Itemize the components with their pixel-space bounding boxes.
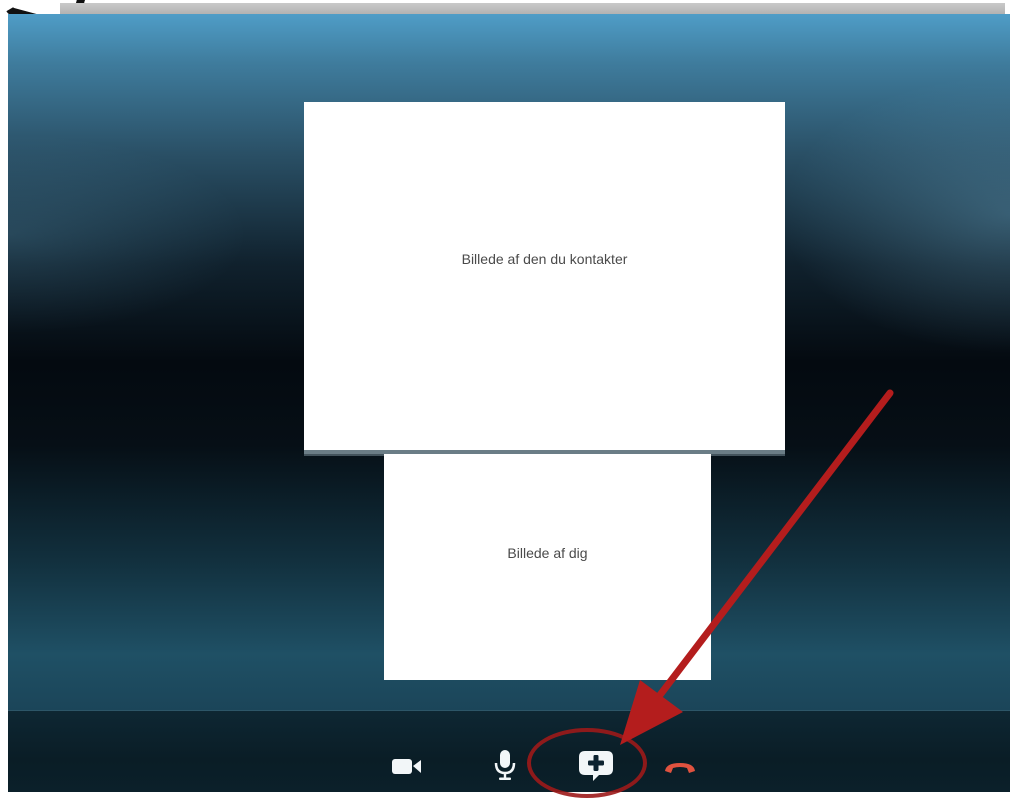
self-video-caption: Billede af dig [507,545,588,561]
remote-video-caption: Billede af den du kontakter [461,251,628,267]
screenshot-frame: Billede af den du kontakter Billede af d… [0,0,1018,798]
hang-up-button[interactable] [660,755,700,779]
microphone-toggle-button[interactable] [490,747,520,783]
hang-up-icon [665,763,695,773]
video-camera-icon [392,759,421,774]
window-title-strip [60,3,1005,14]
video-toggle-button[interactable] [388,751,428,781]
video-call-window: Billede af den du kontakter Billede af d… [8,14,1010,710]
call-control-bar [8,710,1010,792]
self-video-placeholder: Billede af dig [384,454,711,680]
microphone-icon [494,750,516,780]
remote-video-placeholder: Billede af den du kontakter [304,102,785,450]
annotation-highlight-ring [527,728,647,798]
background-glow [8,134,248,334]
background-glow [780,74,1010,354]
